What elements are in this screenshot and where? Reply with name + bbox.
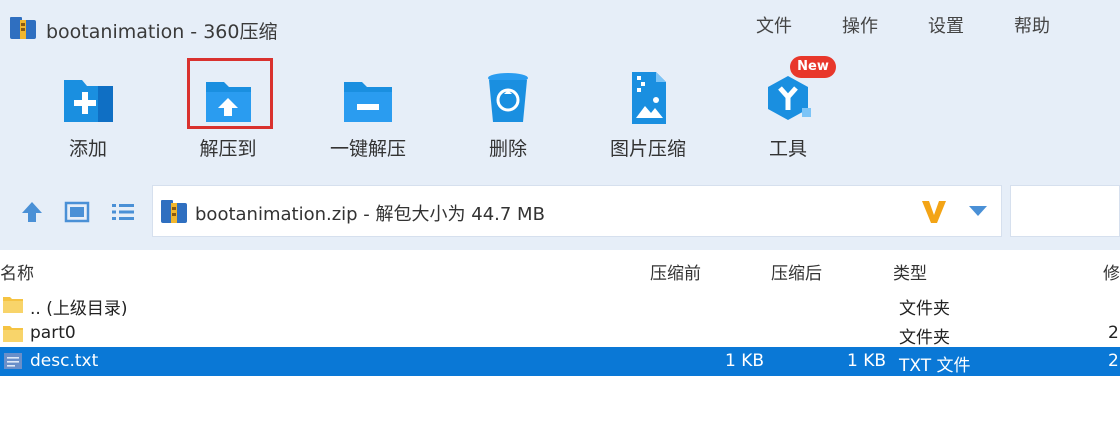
zip-file-icon	[161, 200, 187, 223]
file-modified: 2	[1108, 351, 1119, 371]
tools-icon	[768, 76, 811, 120]
file-name: .. (上级目录)	[30, 299, 128, 319]
menu-operation[interactable]: 操作	[842, 12, 878, 38]
verified-v-icon[interactable]	[919, 196, 949, 226]
tools-label: 工具	[768, 138, 807, 160]
one-click-extract-button[interactable]: 一键解压	[308, 62, 428, 162]
new-badge: New	[790, 56, 836, 78]
column-size-after[interactable]: 压缩后	[771, 259, 822, 284]
one-click-extract-label: 一键解压	[329, 138, 406, 160]
extract-to-label: 解压到	[199, 138, 257, 160]
image-compress-button[interactable]: 图片压缩	[588, 62, 708, 162]
file-list-header: 名称 压缩前 压缩后 类型 修	[0, 256, 1120, 286]
file-modified: 2	[1108, 323, 1119, 343]
column-name[interactable]: 名称	[0, 259, 34, 284]
delete-label: 删除	[488, 138, 527, 160]
add-label: 添加	[68, 138, 107, 160]
one-click-extract-icon	[344, 82, 392, 122]
archive-app-icon	[10, 17, 36, 39]
folder-icon	[3, 326, 23, 342]
extract-to-highlight-frame	[187, 58, 273, 129]
file-type: TXT 文件	[899, 356, 971, 376]
folder-icon	[3, 297, 23, 313]
up-arrow-icon[interactable]	[19, 199, 45, 225]
thumbnail-view-icon[interactable]	[64, 199, 90, 225]
list-view-icon[interactable]	[110, 199, 136, 225]
file-size-before: 1 KB	[724, 351, 764, 371]
text-file-icon	[4, 353, 22, 369]
trash-icon	[488, 73, 528, 122]
toolbar-area: bootanimation - 360压缩 文件 操作 设置 帮助 添加 解压到…	[0, 0, 1120, 250]
menu-file[interactable]: 文件	[756, 12, 792, 38]
file-row[interactable]: part0 文件夹 2	[0, 319, 1120, 348]
tools-button[interactable]: 工具	[728, 62, 848, 162]
file-row-selected[interactable]: desc.txt 1 KB 1 KB TXT 文件 2	[0, 347, 1120, 376]
address-bar[interactable]: bootanimation.zip - 解包大小为 44.7 MB	[152, 185, 1002, 237]
file-row[interactable]: .. (上级目录) 文件夹	[0, 290, 1120, 319]
column-modified[interactable]: 修	[1103, 259, 1120, 284]
column-type[interactable]: 类型	[893, 259, 927, 284]
add-folder-icon	[64, 80, 113, 122]
file-name: desc.txt	[30, 351, 99, 371]
archive-path-text: bootanimation.zip - 解包大小为 44.7 MB	[195, 204, 545, 225]
file-size-after: 1 KB	[846, 351, 886, 371]
file-name: part0	[30, 323, 76, 343]
window-title: bootanimation - 360压缩	[46, 21, 278, 43]
menu-help[interactable]: 帮助	[1014, 12, 1050, 38]
add-button[interactable]: 添加	[28, 62, 148, 162]
search-input[interactable]	[1010, 185, 1120, 237]
file-type: 文件夹	[899, 299, 950, 319]
image-compress-label: 图片压缩	[609, 138, 686, 160]
menu-settings[interactable]: 设置	[928, 12, 964, 38]
image-compress-icon	[632, 72, 666, 124]
title-bar: bootanimation - 360压缩 文件 操作 设置 帮助	[0, 0, 1120, 56]
dropdown-arrow-icon[interactable]	[967, 204, 989, 218]
delete-button[interactable]: 删除	[448, 62, 568, 162]
column-size-before[interactable]: 压缩前	[650, 259, 701, 284]
file-type: 文件夹	[899, 328, 950, 348]
